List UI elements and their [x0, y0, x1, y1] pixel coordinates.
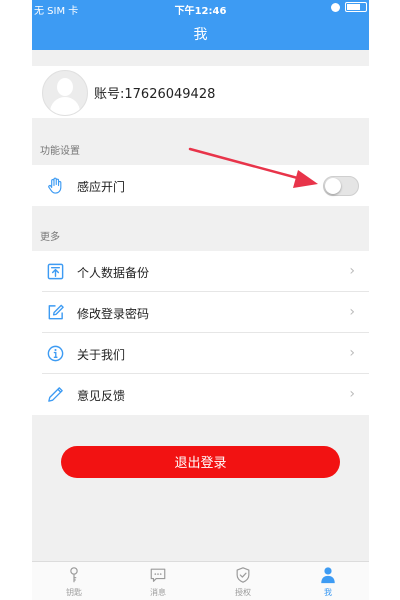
- avatar-body-shape: [50, 97, 80, 115]
- person-icon: [321, 567, 335, 584]
- message-icon: [150, 568, 166, 582]
- section-label-function-settings: 功能设置: [40, 146, 80, 157]
- edit-icon: [48, 304, 64, 320]
- avatar-head-shape: [57, 78, 73, 96]
- avatar[interactable]: [42, 70, 88, 116]
- tab-keys[interactable]: 钥匙: [44, 566, 104, 598]
- menu-item-feedback[interactable]: 意见反馈 ›: [32, 374, 369, 415]
- chevron-right-icon: ›: [349, 263, 355, 279]
- menu-label: 个人数据备份: [77, 266, 150, 280]
- section-label-more: 更多: [40, 232, 60, 243]
- tab-messages[interactable]: 消息: [128, 566, 188, 598]
- key-icon: [70, 567, 78, 583]
- menu-label: 修改登录密码: [77, 307, 150, 321]
- account-number: 账号:17626049428: [94, 87, 216, 102]
- hand-icon: [48, 177, 62, 194]
- status-icons: [331, 2, 367, 12]
- tab-label: 消息: [150, 588, 166, 597]
- tab-label: 授权: [235, 588, 251, 597]
- rotation-lock-icon: [331, 2, 340, 12]
- info-icon: [47, 345, 64, 362]
- tab-me[interactable]: 我: [298, 566, 358, 598]
- menu-item-data-backup[interactable]: 个人数据备份 ›: [32, 251, 369, 292]
- chevron-right-icon: ›: [349, 304, 355, 320]
- chevron-right-icon: ›: [349, 386, 355, 402]
- tab-label: 钥匙: [66, 588, 82, 597]
- logout-button[interactable]: 退出登录: [61, 446, 340, 478]
- page-title: 我: [193, 27, 208, 43]
- backup-upload-icon: [47, 263, 64, 280]
- profile-card[interactable]: 账号:17626049428: [32, 66, 369, 118]
- menu-label: 意见反馈: [77, 389, 126, 403]
- battery-icon: [345, 2, 367, 12]
- menu-item-change-password[interactable]: 修改登录密码 ›: [32, 292, 369, 333]
- setting-row-sensor-open: 感应开门: [32, 165, 369, 206]
- tab-bar: 钥匙 消息 授权 我: [32, 561, 369, 600]
- chevron-right-icon: ›: [349, 345, 355, 361]
- toggle-knob: [325, 178, 341, 194]
- setting-label-sensor-open: 感应开门: [77, 180, 126, 194]
- sensor-open-toggle[interactable]: [323, 176, 359, 196]
- status-time: 下午12:46: [174, 6, 227, 17]
- pen-icon: [48, 387, 63, 402]
- status-bar: 无 SIM 卡 下午12:46: [32, 0, 369, 17]
- tab-label: 我: [324, 588, 332, 597]
- menu-item-about-us[interactable]: 关于我们 ›: [32, 333, 369, 374]
- menu-label: 关于我们: [77, 348, 126, 362]
- top-bar: 无 SIM 卡 下午12:46 我: [32, 0, 369, 50]
- tab-authorize[interactable]: 授权: [213, 566, 273, 598]
- shield-check-icon: [236, 567, 250, 583]
- phone-screen: 无 SIM 卡 下午12:46 我 账号:17626049428 功能设置 感应…: [32, 0, 369, 600]
